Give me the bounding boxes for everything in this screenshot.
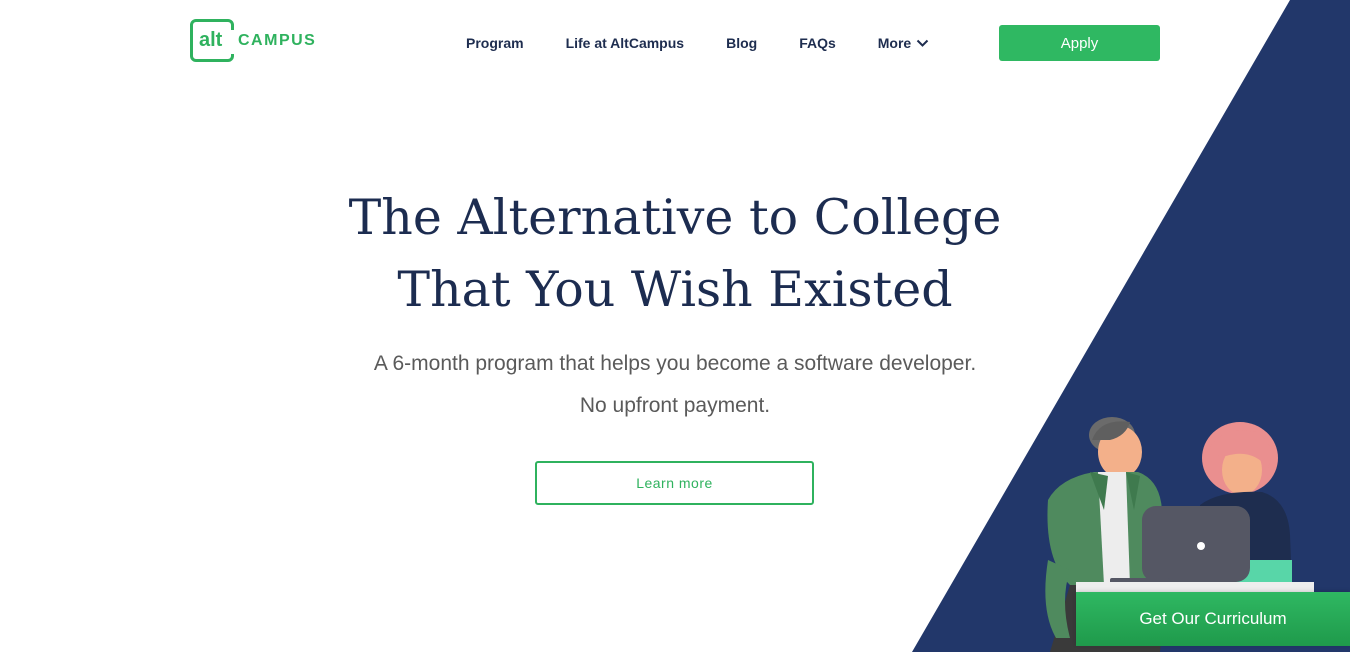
hero-title-line-2: That You Wish Existed	[397, 261, 953, 318]
nav-item-label: Program	[466, 35, 524, 51]
nav-item-label: Blog	[726, 35, 758, 51]
get-curriculum-button[interactable]: Get Our Curriculum	[1076, 592, 1350, 646]
nav-item-blog[interactable]: Blog	[726, 35, 757, 51]
nav-item-label: More	[877, 35, 912, 51]
apply-button[interactable]: Apply	[999, 25, 1160, 61]
chevron-down-icon	[916, 35, 929, 51]
logo-alt-text: alt	[199, 29, 223, 51]
nav-item-program[interactable]: Program	[466, 35, 524, 51]
hero-title-line-1: The Alternative to College	[348, 189, 1002, 246]
logo-campus-text: CAMPUS	[238, 31, 317, 49]
hero-subtitle-line-2: No upfront payment.	[579, 394, 771, 417]
page: alt CAMPUS Program Life at AltCampus Blo…	[0, 0, 1350, 652]
nav-item-label: Life at AltCampus	[565, 35, 685, 51]
main-nav: Program Life at AltCampus Blog FAQs More	[466, 35, 971, 51]
altcampus-logo[interactable]: alt CAMPUS	[190, 19, 316, 62]
nav-item-life-at-altcampus[interactable]: Life at AltCampus	[566, 35, 685, 51]
hero-title: The Alternative to College That You Wish…	[300, 182, 1050, 326]
hero-subtitle: A 6-month program that helps you become …	[300, 343, 1050, 427]
logo-mark: alt	[190, 19, 234, 62]
learn-more-button[interactable]: Learn more	[535, 461, 814, 505]
nav-item-faqs[interactable]: FAQs	[799, 35, 836, 51]
nav-item-more[interactable]: More	[878, 35, 929, 51]
hero-subtitle-line-1: A 6-month program that helps you become …	[373, 352, 977, 375]
nav-item-label: FAQs	[799, 35, 836, 51]
